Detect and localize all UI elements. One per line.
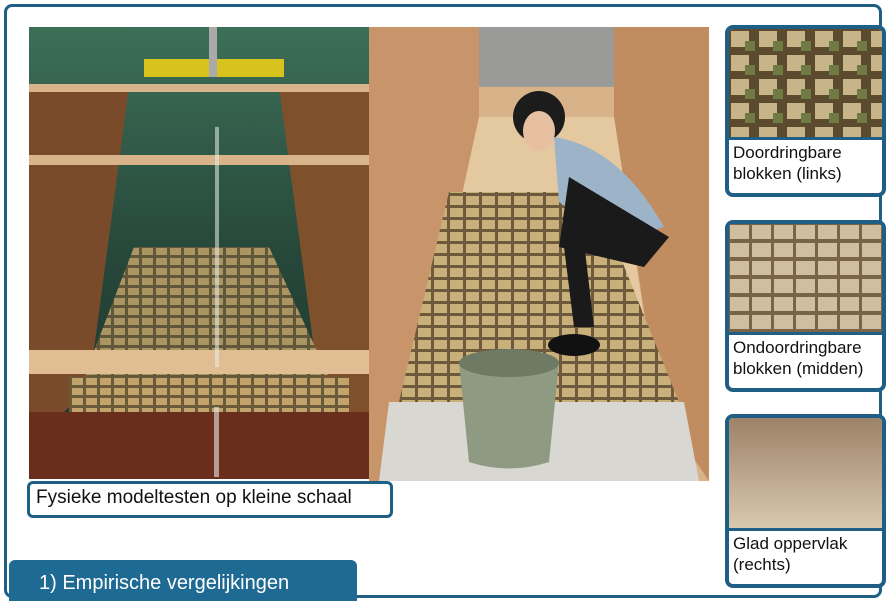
tile-permeable-line1: Doordringbare (733, 143, 842, 162)
tile-smooth-line1: Glad oppervlak (733, 534, 848, 553)
flume-blocks-photo (369, 27, 709, 481)
tile-impermeable-line1: Ondoordringbare (733, 338, 862, 357)
permeable-blocks-image (729, 29, 882, 137)
section-tab-label: 1) Empirische vergelijkingen (39, 572, 290, 594)
tile-impermeable-blocks: Ondoordringbare blokken (midden) (725, 220, 886, 392)
smooth-surface-image (729, 418, 882, 528)
tile-smooth-label: Glad oppervlak (rechts) (729, 528, 882, 575)
tile-impermeable-label: Ondoordringbare blokken (midden) (729, 332, 882, 379)
tile-impermeable-line2: blokken (midden) (733, 359, 864, 378)
tile-permeable-line2: blokken (links) (733, 164, 842, 183)
tile-permeable-label: Doordringbare blokken (links) (729, 137, 882, 184)
tile-smooth-surface: Glad oppervlak (rechts) (725, 414, 886, 588)
flume-water-photo (29, 27, 369, 479)
impermeable-blocks-image (729, 224, 882, 332)
tile-permeable-blocks: Doordringbare blokken (links) (725, 25, 886, 197)
tile-smooth-line2: (rechts) (733, 555, 791, 574)
main-caption-text: Fysieke modeltesten op kleine schaal (36, 487, 352, 508)
section-tab[interactable]: 1) Empirische vergelijkingen (9, 560, 357, 601)
main-caption: Fysieke modeltesten op kleine schaal (27, 481, 393, 518)
